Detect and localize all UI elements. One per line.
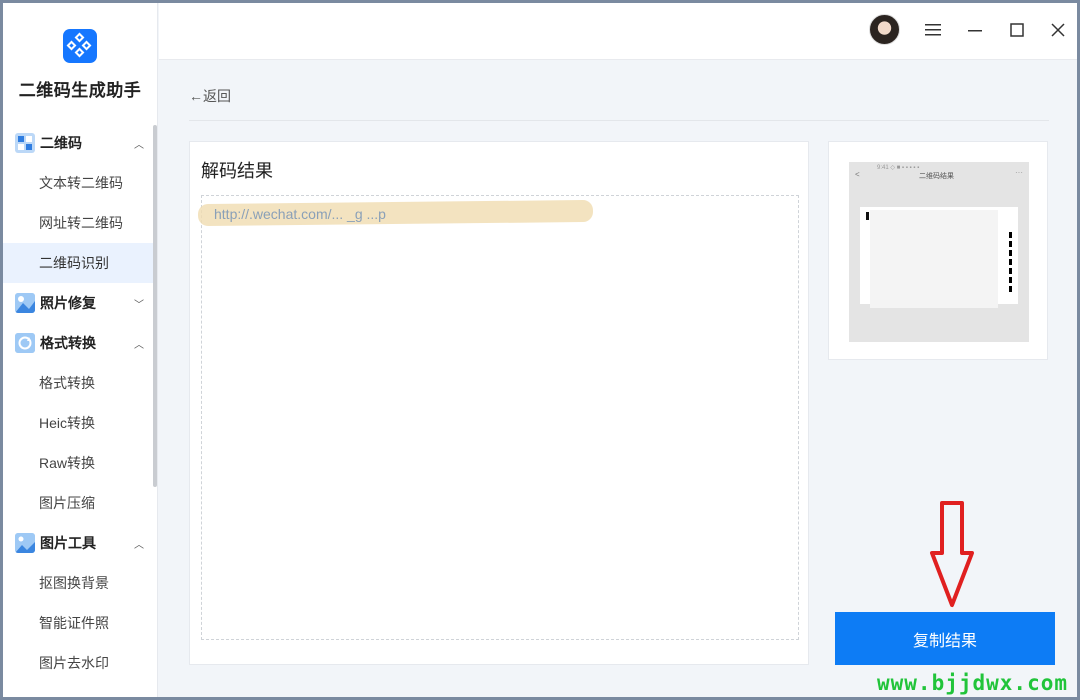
sidebar-item-format-convert[interactable]: 格式转换 (3, 363, 157, 403)
avatar[interactable] (869, 14, 900, 45)
copy-result-button[interactable]: 复制结果 (835, 612, 1055, 665)
sidebar-group-label: 照片修复 (40, 295, 96, 311)
result-text: http://.wechat.com/... _g ...p (214, 206, 386, 222)
thumb-panel (860, 207, 1018, 308)
sidebar-group-photo-repair[interactable]: 照片修复 ﹀ (3, 283, 157, 323)
menu-icon[interactable] (920, 17, 946, 43)
chevron-up-icon: ︿ (134, 539, 144, 551)
thumb-mark (866, 212, 869, 220)
app-logo-icon (63, 29, 97, 63)
thumb-status-bar: 9:41 ◇ ■ ▪ ▪ ▪ ▪ ▪ (877, 165, 920, 171)
thumb-more-icon: ··· (1015, 168, 1023, 177)
sidebar-group-label: 格式转换 (40, 335, 96, 351)
chevron-up-icon: ︿ (134, 139, 144, 151)
sidebar-group-label: 图片工具 (40, 535, 96, 551)
sidebar-item-remove-watermark[interactable]: 图片去水印 (3, 643, 157, 683)
back-link[interactable]: ←返回 (189, 86, 231, 106)
divider (189, 120, 1049, 121)
result-textarea[interactable]: http://.wechat.com/... _g ...p (197, 195, 799, 640)
thumb-inner (870, 210, 998, 308)
thumb-header: 二维码结果 (919, 173, 954, 180)
sidebar-group-image-tools[interactable]: 图片工具 ︿ (3, 523, 157, 563)
sidebar-scrollbar[interactable] (153, 125, 157, 487)
sidebar-item-id-photo[interactable]: 智能证件照 (3, 603, 157, 643)
image-tools-icon (15, 533, 35, 553)
title-bar (159, 3, 1077, 60)
result-title: 解码结果 (201, 161, 273, 181)
sidebar-item-raw-convert[interactable]: Raw转换 (3, 443, 157, 483)
maximize-icon[interactable] (1004, 17, 1030, 43)
sidebar-group-format-convert[interactable]: 格式转换 ︿ (3, 323, 157, 363)
sidebar-item-text-to-qr[interactable]: 文本转二维码 (3, 163, 157, 203)
site-watermark: www.bjjdwx.com (877, 671, 1069, 695)
chevron-down-icon: ﹀ (134, 299, 144, 311)
sidebar-group-label: 二维码 (40, 135, 82, 151)
decode-result-card: 解码结果 http://.wechat.com/... _g ...p (189, 141, 809, 665)
sidebar-group-qrcode[interactable]: 二维码 ︿ (3, 123, 157, 163)
thumb-back-icon: < (855, 170, 860, 179)
format-convert-icon (15, 333, 35, 353)
sidebar-item-heic-convert[interactable]: Heic转换 (3, 403, 157, 443)
sidebar: 二维码生成助手 二维码 ︿ 文本转二维码 网址转二维码 二维码识别 照片修复 ﹀… (3, 3, 158, 697)
minimize-icon[interactable] (962, 17, 988, 43)
sidebar-item-url-to-qr[interactable]: 网址转二维码 (3, 203, 157, 243)
close-icon[interactable] (1045, 17, 1071, 43)
photo-repair-icon (15, 293, 35, 313)
qr-image-preview-card: 9:41 ◇ ■ ▪ ▪ ▪ ▪ ▪ < 二维码结果 ··· (828, 141, 1048, 360)
qr-grid-icon (15, 133, 35, 153)
sidebar-item-qr-recognize[interactable]: 二维码识别 (3, 243, 157, 283)
thumb-barcode-strip (1009, 232, 1012, 292)
chevron-up-icon: ︿ (134, 339, 144, 351)
result-text-wrapper: http://.wechat.com/... _g ...p (197, 199, 594, 227)
qr-image-thumbnail[interactable]: 9:41 ◇ ■ ▪ ▪ ▪ ▪ ▪ < 二维码结果 ··· (849, 162, 1029, 342)
app-title: 二维码生成助手 (18, 81, 142, 100)
sidebar-item-cutout-bg[interactable]: 抠图换背景 (3, 563, 157, 603)
arrow-down-icon (930, 501, 974, 607)
sidebar-item-image-compress[interactable]: 图片压缩 (3, 483, 157, 523)
app-brand: 二维码生成助手 (3, 3, 157, 123)
